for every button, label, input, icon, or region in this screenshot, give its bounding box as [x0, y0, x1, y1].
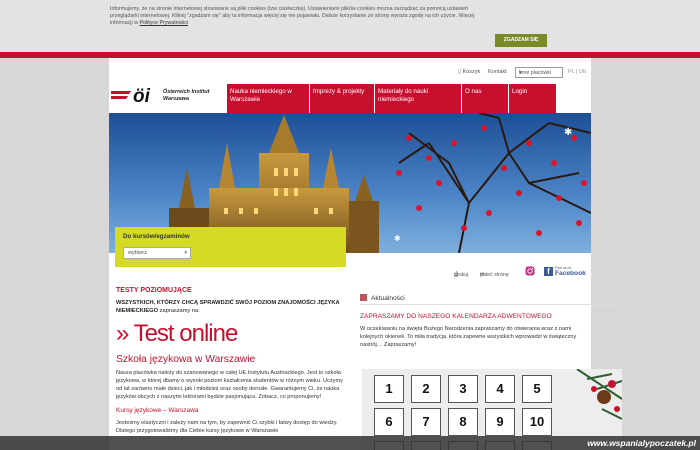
- contact-link[interactable]: Kontakt: [488, 69, 507, 75]
- calendar-day-9[interactable]: 9: [485, 408, 515, 436]
- news-icon: [360, 294, 367, 301]
- basket-label: Koszyk: [462, 69, 481, 75]
- logo[interactable]: öi Österreich Institut Warszawa: [111, 85, 223, 107]
- courses-link[interactable]: Kursy językowe – Warszawa: [116, 407, 344, 414]
- placement-tests-title: TESTY POZIOMUJĄCE: [116, 287, 192, 294]
- nav-item-nauka[interactable]: Nauka niemieckiego w Warszawie: [227, 84, 310, 113]
- course-select-value: wybierz: [128, 250, 147, 256]
- watermark-bar: www.wspanialypoczatek.pl: [0, 436, 700, 450]
- calendar-day-8[interactable]: 8: [448, 408, 478, 436]
- news-header: Aktualności: [360, 294, 622, 305]
- search-label: Do kursów/egzaminów: [123, 233, 190, 240]
- page-container: ▯ Koszyk Kontakt Inne placówki ▾ PL | DE…: [109, 58, 622, 450]
- nav-item-login[interactable]: Login: [509, 84, 556, 113]
- calendar-day-5[interactable]: 5: [522, 375, 552, 403]
- news-header-label: Aktualności: [371, 295, 405, 302]
- svg-text:öi: öi: [133, 86, 151, 105]
- svg-text:✱: ✱: [564, 127, 572, 138]
- placement-tests-text: WSZYSTKICH, KTÓRZY CHCĄ SPRAWDZIĆ SWÓJ P…: [116, 299, 344, 315]
- facebook-link[interactable]: f Find us on Facebook: [544, 266, 586, 278]
- branches-select[interactable]: Inne placówki ▾: [515, 67, 563, 78]
- privacy-policy-link[interactable]: Polityce Prywatności: [139, 20, 188, 26]
- left-column: TESTY POZIOMUJĄCE WSZYSTKICH, KTÓRZY CHC…: [116, 287, 344, 435]
- language-switch[interactable]: PL | DE: [568, 69, 587, 75]
- instagram-icon[interactable]: [525, 266, 535, 276]
- recommend-label: poleć stronę: [480, 272, 509, 278]
- cookie-text: Informujemy, że na stronie internetowej …: [110, 6, 490, 27]
- facebook-icon: f: [544, 267, 553, 276]
- calendar-day-7[interactable]: 7: [411, 408, 441, 436]
- placement-tests-bold: WSZYSTKICH, KTÓRZY CHCĄ SPRAWDZIĆ SWÓJ P…: [116, 300, 340, 314]
- calendar-day-2[interactable]: 2: [411, 375, 441, 403]
- logo-line-1: Österreich Institut: [163, 89, 210, 95]
- branches-label: Inne placówki: [519, 70, 552, 76]
- news-column: Aktualności ZAPRASZAMY DO NASZEGO KALEND…: [360, 294, 622, 349]
- logo-line-2: Warszawa: [163, 96, 189, 102]
- calendar-day-3[interactable]: 3: [448, 375, 478, 403]
- chevron-down-icon: ▾: [519, 70, 522, 76]
- nav-item-o-nas[interactable]: O nas: [462, 84, 509, 113]
- news-text: W oczekiwaniu na święta Bożego Narodzeni…: [360, 326, 577, 348]
- main-nav: Nauka niemieckiego w Warszawie Imprezy &…: [227, 84, 556, 113]
- basket-link[interactable]: ▯ Koszyk: [458, 69, 480, 75]
- calendar-day-1[interactable]: 1: [374, 375, 404, 403]
- school-title: Szkoła językowa w Warszawie: [116, 354, 256, 365]
- courses-text: Jesteśmy elastyczni i zależy nam na tym,…: [116, 420, 338, 434]
- course-search-box: Do kursów/egzaminów wybierz ▾: [115, 227, 346, 267]
- nav-item-materialy[interactable]: Materiały do nauki niemieckiego: [375, 84, 462, 113]
- svg-text:✱: ✱: [394, 234, 401, 243]
- school-text: Nasza placówka należy do szanowanego w c…: [116, 370, 343, 400]
- calendar-day-6[interactable]: 6: [374, 408, 404, 436]
- oei-logo-mark: öi: [111, 86, 151, 105]
- chevron-down-icon: ▾: [184, 250, 187, 256]
- course-select[interactable]: wybierz ▾: [123, 247, 191, 259]
- watermark-text: www.wspanialypoczatek.pl: [587, 438, 696, 448]
- print-label: drukuj: [454, 272, 469, 278]
- logo-text: Österreich Institut Warszawa: [163, 89, 209, 103]
- nav-item-imprezy[interactable]: Imprezy & projekty: [310, 84, 375, 113]
- accept-cookies-button[interactable]: ZGADZAM SIĘ: [495, 34, 547, 47]
- placement-tests-normal: zapraszamy na:: [159, 308, 200, 314]
- calendar-day-10[interactable]: 10: [522, 408, 552, 436]
- calendar-day-4[interactable]: 4: [485, 375, 515, 403]
- facebook-label: Facebook: [555, 270, 586, 277]
- news-title-link[interactable]: ZAPRASZAMY DO NASZEGO KALENDARZA ADWENTO…: [360, 313, 622, 320]
- cookie-banner: Informujemy, że na stronie internetowej …: [0, 0, 700, 52]
- test-online-link[interactable]: » Test online: [116, 321, 344, 347]
